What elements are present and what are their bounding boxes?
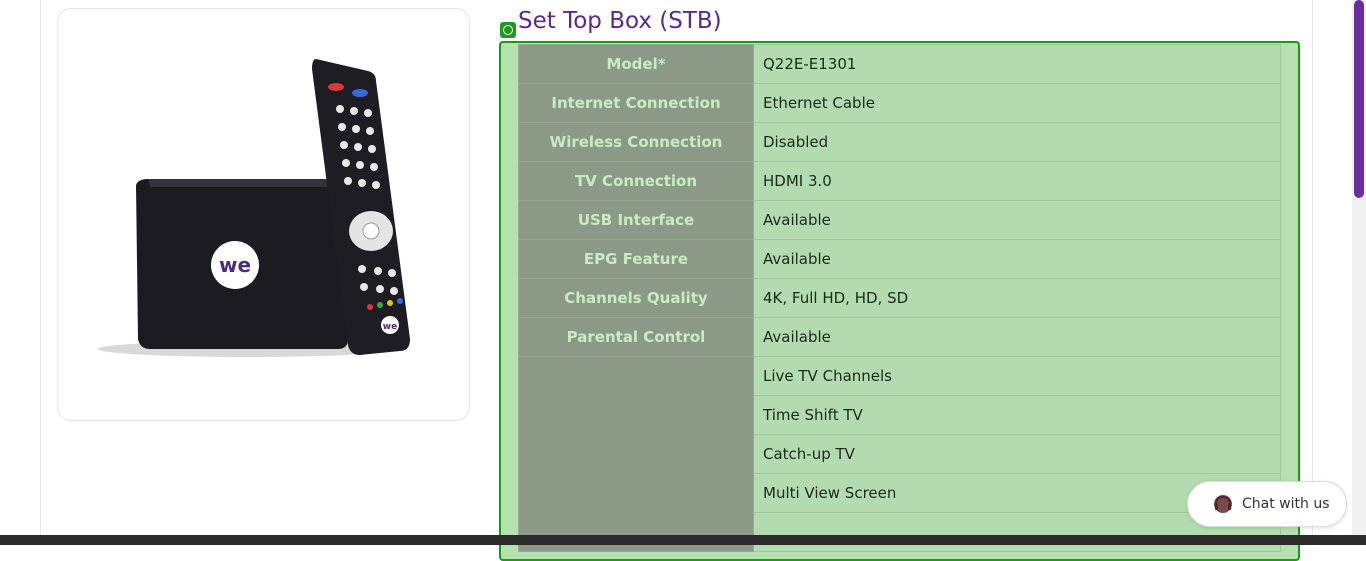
feature-value: Live TV Channels [753, 356, 1281, 396]
feature-row: Live TV Channels [518, 356, 1281, 552]
we-logo: we [219, 253, 251, 277]
scrollbar-thumb[interactable] [1354, 0, 1364, 198]
page-title: Set Top Box (STB) [518, 8, 722, 34]
spec-value: Available [753, 200, 1281, 240]
spec-label: Channels Quality [518, 278, 754, 318]
spec-label: Model* [518, 44, 754, 84]
set-top-box-image: we we [98, 59, 410, 357]
spec-table: Model* Q22E-E1301 Internet Connection Ether… [518, 44, 1281, 552]
spec-label: EPG Feature [518, 239, 754, 279]
chat-with-us-button[interactable]: Chat with us [1187, 481, 1347, 527]
chat-label: Chat with us [1242, 496, 1330, 512]
spec-label: Wireless Connection [518, 122, 754, 162]
spec-value: Ethernet Cable [753, 83, 1281, 123]
spec-label: Internet Connection [518, 83, 754, 123]
page-scrollbar[interactable] [1352, 0, 1366, 535]
spec-row: EPG Feature Available [518, 239, 1281, 279]
spec-label: TV Connection [518, 161, 754, 201]
feature-value: Time Shift TV [753, 395, 1281, 435]
spec-value: 4K, Full HD, HD, SD [753, 278, 1281, 318]
spec-value: HDMI 3.0 [753, 161, 1281, 201]
bottom-bar [0, 535, 1366, 545]
spec-row: TV Connection HDMI 3.0 [518, 161, 1281, 201]
spec-value: Disabled [753, 122, 1281, 162]
spec-row: USB Interface Available [518, 200, 1281, 240]
spec-row: Channels Quality 4K, Full HD, HD, SD [518, 278, 1281, 318]
product-image-card: we we [57, 8, 470, 421]
svg-text:we: we [383, 322, 397, 332]
spec-row: Model* Q22E-E1301 [518, 44, 1281, 84]
spec-value: Q22E-E1301 [753, 44, 1281, 84]
features-label-cell [518, 356, 754, 552]
spec-row: Parental Control Available [518, 317, 1281, 357]
spec-value: Available [753, 239, 1281, 279]
headset-chat-icon [1212, 493, 1234, 515]
spec-value: Available [753, 317, 1281, 357]
spec-label: USB Interface [518, 200, 754, 240]
spec-row: Wireless Connection Disabled [518, 122, 1281, 162]
spec-label: Parental Control [518, 317, 754, 357]
highlight-target-icon [500, 22, 516, 38]
feature-value: Catch-up TV [753, 434, 1281, 474]
spec-row: Internet Connection Ethernet Cable [518, 83, 1281, 123]
